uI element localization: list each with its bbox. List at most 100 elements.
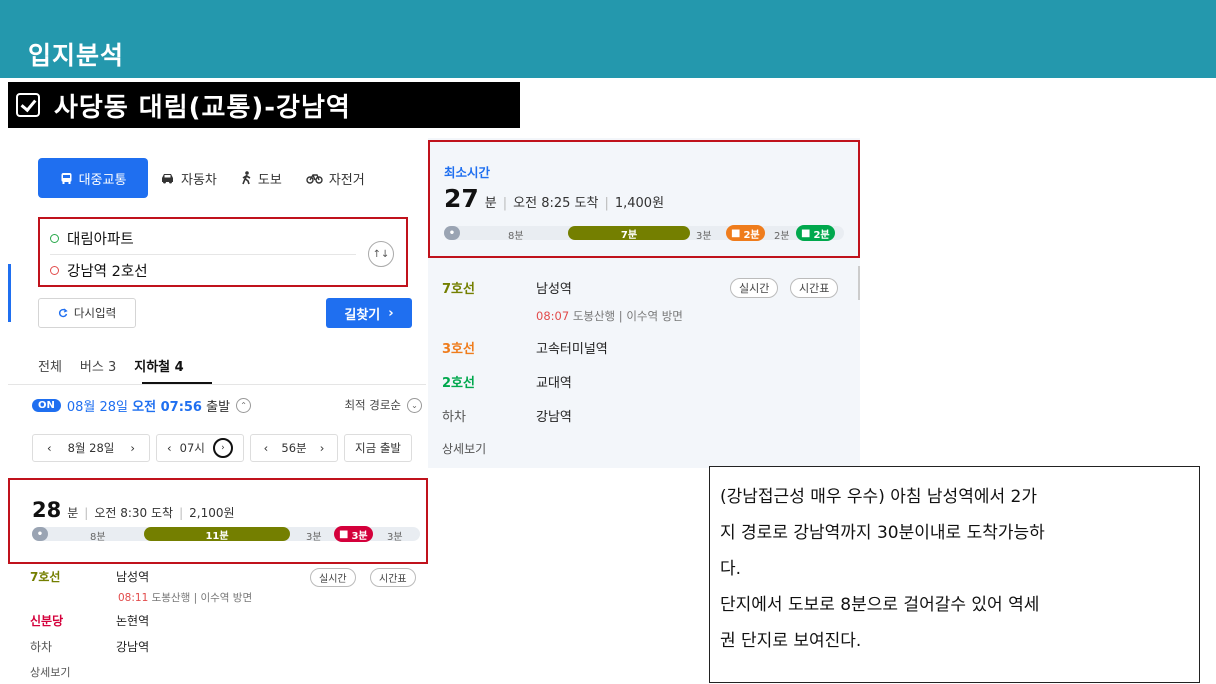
tab-bicycle-label: 자전거: [328, 172, 365, 188]
comment-line-1: (강남접근성 매우 우수) 아침 남성역에서 2가: [720, 487, 1037, 507]
route-alt-arrival: 오전 8:30 도착: [94, 506, 174, 520]
next-date-icon[interactable]: ›: [130, 441, 135, 455]
comment-line-3: 다.: [720, 559, 742, 579]
timetable-button[interactable]: 시간표: [370, 568, 416, 587]
best-arrival: 오전 8:25 도착: [513, 196, 599, 211]
direction: 도봉산행: [572, 309, 616, 323]
alt-shin-label: 3분: [351, 530, 368, 542]
tab-bus[interactable]: 버스 3: [80, 356, 116, 384]
route-alt-timeline: • 8분 11분 3분 ■ 3분 3분: [32, 526, 420, 543]
tab-all[interactable]: 전체: [38, 356, 62, 384]
step-line-label: 2호선: [442, 376, 475, 391]
tab-transit[interactable]: 대중교통: [38, 158, 148, 198]
next-minute-icon[interactable]: ›: [320, 441, 325, 455]
best-walk1-label: 8분: [508, 231, 524, 242]
comment-line-2: 지 경로로 강남역까지 30분이내로 도착가능하: [720, 523, 1045, 543]
search-route-button[interactable]: 길찾기 ›: [326, 298, 412, 328]
tab-car[interactable]: 자동차: [148, 158, 229, 198]
departure-text: 08월 28일 오전 07:56 출발: [67, 396, 230, 415]
date-picker[interactable]: ‹ 8월 28일 ›: [32, 434, 150, 462]
chevron-up-icon[interactable]: ⌃: [236, 397, 252, 413]
step-station: 남성역: [116, 570, 150, 584]
step-station: 고속터미널역: [536, 342, 608, 357]
time-picker: ‹ 8월 28일 › ‹ 07시 › ‹ 56분 › 지금 출발: [32, 434, 418, 462]
tab-walk-label: 도보: [257, 172, 282, 188]
scroll-indicator[interactable]: [858, 266, 860, 300]
best-route-summary: 27 분 | 오전 8:25 도착 | 1,400원: [444, 184, 665, 213]
best-route-label: 최소시간: [444, 165, 491, 180]
realtime-button[interactable]: 실시간: [730, 278, 779, 298]
tab-subway[interactable]: 지하철 4: [134, 356, 183, 384]
step-line2: 2호선 교대역: [442, 372, 572, 391]
prev-date-icon[interactable]: ‹: [47, 441, 52, 455]
swap-button[interactable]: ↑↓: [368, 241, 394, 267]
step-station: 교대역: [536, 376, 572, 391]
sort-dropdown[interactable]: 최적 경로순 ⌄: [344, 397, 422, 413]
step-getoff: 하차 강남역: [442, 406, 572, 425]
prev-minute-icon[interactable]: ‹: [264, 441, 269, 455]
train-icon: ■: [801, 227, 811, 239]
origin-field[interactable]: 대림아파트: [50, 225, 134, 251]
tabs-divider: [8, 384, 426, 385]
best-line3-label: 2분: [743, 229, 760, 241]
best-route-timeline: • 8분 7분 3분 ■ 2분 2분 ■ 2분: [444, 225, 844, 242]
direction: 도봉산행: [151, 592, 191, 604]
reset-button[interactable]: 다시입력: [38, 298, 136, 328]
timetable-button[interactable]: 시간표: [790, 278, 839, 298]
destination-field[interactable]: 강남역 2호선: [50, 257, 148, 283]
origin-value: 대림아파트: [67, 231, 134, 248]
prev-hour-icon[interactable]: ‹: [167, 441, 172, 455]
best-line7-label: 7분: [620, 229, 638, 241]
walk-icon: •: [444, 226, 460, 240]
step-line-label: 7호선: [30, 570, 61, 584]
detail-link[interactable]: 상세보기: [30, 664, 70, 680]
depart-suffix: 출발: [206, 399, 231, 415]
alt-walk1-label: 8분: [90, 532, 106, 543]
route-option-alt[interactable]: 28 분 | 오전 8:30 도착 | 2,100원 • 8분 11분 3분 ■…: [8, 478, 428, 564]
bicycle-icon: [306, 174, 323, 184]
next-hour-icon[interactable]: ›: [212, 438, 233, 458]
walk-icon: •: [32, 527, 48, 541]
best-route-panel: 최소시간 27 분 | 오전 8:25 도착 | 1,400원 • 8분 7분 …: [428, 138, 860, 468]
bus-icon: [61, 172, 72, 184]
tab-walk[interactable]: 도보: [229, 158, 294, 198]
panel-accent-bar: [8, 264, 11, 322]
detail-link[interactable]: 상세보기: [442, 440, 486, 457]
hour-picker[interactable]: ‹ 07시 ›: [156, 434, 244, 462]
refresh-icon: [58, 308, 68, 318]
best-line2-label: 2분: [813, 229, 830, 241]
on-badge[interactable]: ON: [32, 398, 61, 412]
route-alt-minutes: 28: [32, 498, 62, 522]
alt-walk3-label: 3분: [387, 532, 403, 543]
route-option-best[interactable]: 최소시간 27 분 | 오전 8:25 도착 | 1,400원 • 8분 7분 …: [428, 140, 860, 258]
date-value: 8월 28일: [67, 441, 115, 455]
step-departure-info: 08:11 도봉산행 | 이수역 방면: [118, 592, 253, 604]
tab-transit-label: 대중교통: [78, 172, 127, 188]
route-alt-minute-unit: 분: [67, 506, 79, 520]
departure-time: 08:11: [118, 592, 149, 604]
route-alt-summary: 28 분 | 오전 8:30 도착 | 2,100원: [32, 498, 235, 522]
analysis-comment-box: (강남접근성 매우 우수) 아침 남성역에서 2가 지 경로로 강남역까지 30…: [709, 466, 1200, 683]
best-walk3-label: 2분: [774, 231, 790, 242]
train-icon: ■: [339, 528, 349, 540]
chevron-right-icon: ›: [388, 305, 394, 321]
tab-bicycle[interactable]: 자전거: [294, 158, 377, 198]
search-label: 길찾기: [344, 307, 381, 323]
route-alt-fare: 2,100원: [189, 506, 235, 520]
step-line-label: 7호선: [442, 282, 475, 297]
best-minute-unit: 분: [484, 196, 497, 211]
depart-now-button[interactable]: 지금 출발: [344, 434, 412, 462]
step-station: 남성역: [536, 282, 572, 297]
destination-value: 강남역 2호선: [67, 263, 148, 280]
header-band: 입지분석: [0, 0, 1216, 78]
step-shinbundang: 신분당 논현역: [30, 612, 149, 629]
swap-icon: ↑↓: [372, 248, 390, 260]
minute-picker[interactable]: ‹ 56분 ›: [250, 434, 338, 462]
step-getoff: 하차 강남역: [30, 638, 149, 655]
step-line-label: 3호선: [442, 342, 475, 357]
checkbox-icon: [16, 93, 40, 117]
step-line3: 3호선 고속터미널역: [442, 338, 608, 357]
walk-icon: [242, 171, 251, 185]
realtime-button[interactable]: 실시간: [310, 568, 356, 587]
step-line-label: 하차: [30, 640, 53, 654]
